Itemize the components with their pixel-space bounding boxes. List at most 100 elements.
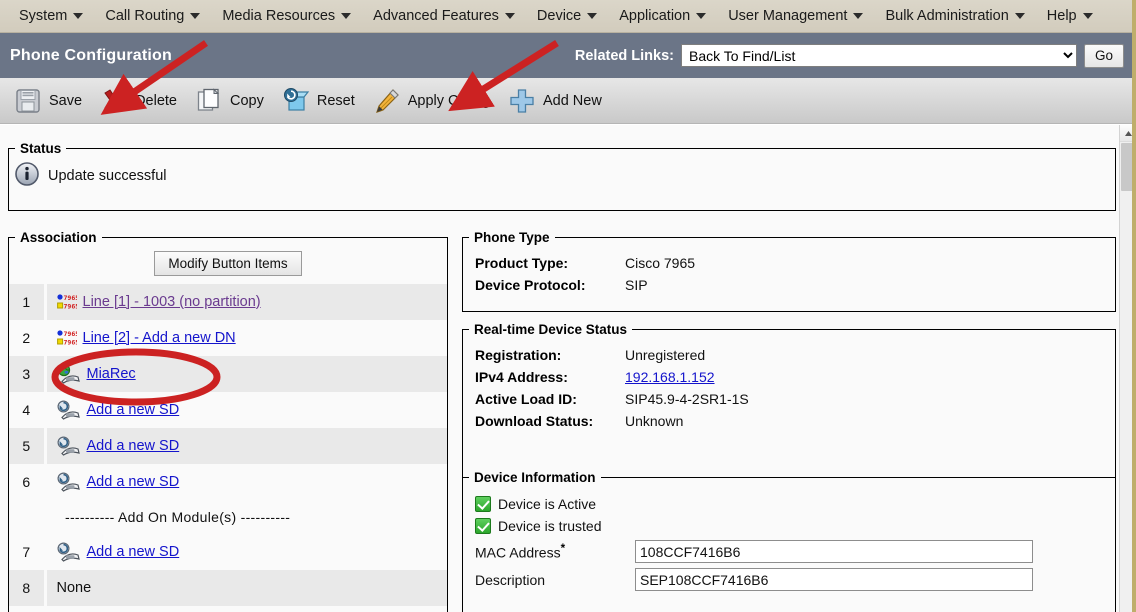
menu-item-application[interactable]: Application — [608, 0, 717, 33]
red-x-icon — [104, 88, 124, 112]
field-row: Product Type: Cisco 7965 — [475, 255, 1103, 271]
menu-item-label: Help — [1046, 8, 1077, 24]
line-icon: 7965 7965 — [56, 294, 77, 311]
field-label: Active Load ID: — [475, 391, 577, 407]
checkbox-label: Device is Active — [498, 496, 597, 512]
status-message: Update successful — [48, 167, 167, 184]
menu-item-help[interactable]: Help — [1036, 0, 1104, 33]
menu-item-label: Device — [536, 8, 582, 24]
field-row: Device Protocol: SIP — [475, 277, 1103, 293]
menu-item-call-routing[interactable]: Call Routing — [94, 0, 211, 33]
status-panel: Status Update successful — [8, 141, 1116, 211]
line-icon: 7965 7965 — [56, 330, 77, 347]
speed-dial-icon — [56, 542, 80, 562]
association-link[interactable]: Add a new SD — [87, 402, 180, 418]
table-row: 4 Add a new SD — [9, 392, 447, 428]
save-button[interactable]: Save — [12, 85, 94, 117]
menu-item-media-resources[interactable]: Media Resources — [211, 0, 362, 33]
field-value: SIP45.9-4-2SR1-1S — [625, 391, 749, 407]
copy-button[interactable]: Copy — [193, 85, 276, 117]
chevron-down-icon — [341, 13, 352, 19]
chevron-down-icon — [853, 13, 864, 19]
association-link[interactable]: Line [2] - Add a new DN — [83, 330, 236, 346]
input-row: MAC Address* — [475, 540, 1103, 563]
menu-item-label: Advanced Features — [373, 8, 499, 24]
reset-refresh-icon — [283, 87, 310, 111]
go-button[interactable]: Go — [1084, 43, 1124, 68]
info-icon — [15, 162, 39, 189]
association-row-cell: MiaRec — [45, 356, 447, 392]
pencil-icon — [375, 88, 399, 113]
description-input[interactable] — [635, 568, 1033, 591]
table-row: 3 MiaRec — [9, 356, 447, 392]
chevron-down-icon — [1014, 13, 1025, 19]
chevron-down-icon — [696, 13, 707, 19]
menu-item-user-management[interactable]: User Management — [717, 0, 874, 33]
phone-type-legend: Phone Type — [474, 230, 550, 245]
speed-dial-icon — [56, 400, 80, 420]
toolbar-button-label: Delete — [135, 92, 177, 109]
menu-item-label: User Management — [728, 8, 848, 24]
checkmark-icon[interactable] — [475, 496, 491, 512]
association-row-cell: Add a new SD — [45, 464, 447, 500]
association-row-cell: None — [45, 570, 447, 606]
checkbox-row[interactable]: Device is Active — [475, 496, 1103, 512]
field-label: Registration: — [475, 347, 562, 363]
association-row-cell: None — [45, 606, 447, 612]
menu-item-label: Call Routing — [105, 8, 185, 24]
table-row: 7 Add a new SD — [9, 534, 447, 570]
menu-item-advanced-features[interactable]: Advanced Features — [362, 0, 526, 33]
field-value: Unknown — [625, 413, 684, 429]
menu-item-label: Media Resources — [222, 8, 336, 24]
reset-button[interactable]: Reset — [280, 85, 367, 117]
field-label: Download Status: — [475, 413, 594, 429]
delete-button[interactable]: Delete — [98, 85, 189, 117]
field-label: Product Type: — [475, 255, 569, 271]
association-row-number: 5 — [9, 428, 47, 464]
device-information-legend: Device Information — [474, 470, 596, 485]
checkbox-row[interactable]: Device is trusted — [475, 518, 1103, 534]
association-link[interactable]: Add a new SD — [87, 474, 180, 490]
checkbox-label: Device is trusted — [498, 518, 602, 534]
field-label: IPv4 Address: — [475, 369, 568, 385]
association-row-number: 8 — [9, 570, 47, 606]
table-row: 5 Add a new SD — [9, 428, 447, 464]
action-toolbar: Save Delete Copy Reset Apply Config Add Ne… — [0, 78, 1136, 124]
menu-item-label: System — [19, 8, 68, 24]
speed-dial-globe-icon — [57, 364, 80, 384]
add-new-button[interactable]: Add New — [506, 85, 614, 117]
page-title: Phone Configuration — [10, 46, 173, 64]
association-row-number: 9 — [9, 606, 47, 612]
menu-item-bulk-administration[interactable]: Bulk Administration — [874, 0, 1035, 33]
field-value-link[interactable]: 192.168.1.152 — [625, 369, 715, 385]
association-link[interactable]: Add a new SD — [87, 438, 180, 454]
table-row: 8 None — [9, 570, 447, 606]
related-links-select[interactable]: Back To Find/List — [681, 44, 1077, 67]
checkmark-icon[interactable] — [475, 518, 491, 534]
field-row: Registration: Unregistered — [475, 347, 1103, 363]
device-status-legend: Real-time Device Status — [474, 322, 628, 337]
toolbar-button-label: Reset — [316, 92, 355, 109]
menu-item-system[interactable]: System — [8, 0, 94, 33]
phone-type-panel: Phone Type Product Type: Cisco 7965 Device… — [462, 230, 1116, 312]
toolbar-button-label: Save — [49, 92, 83, 109]
svg-text:7965: 7965 — [63, 339, 77, 347]
field-value: Unregistered — [625, 347, 706, 363]
apply-config-button[interactable]: Apply Config — [371, 85, 502, 117]
field-value: Cisco 7965 — [625, 255, 696, 271]
field-row: IPv4 Address: 192.168.1.152 — [475, 369, 1103, 385]
menu-item-device[interactable]: Device — [526, 0, 608, 33]
association-link[interactable]: MiaRec — [87, 366, 136, 382]
association-row-cell: 7965 7965 Line [1] - 1003 (no partition) — [45, 284, 447, 320]
association-legend: Association — [20, 230, 97, 245]
association-row-number: 2 — [9, 320, 47, 356]
toolbar-button-label: Apply Config — [407, 92, 490, 109]
blue-plus-icon — [510, 88, 534, 113]
content-area: Status Update successful Association Mod… — [0, 125, 1136, 612]
association-link[interactable]: Line [1] - 1003 (no partition) — [83, 294, 261, 310]
association-link[interactable]: Add a new SD — [87, 544, 180, 560]
mac-address-input[interactable] — [635, 540, 1033, 563]
speed-dial-icon — [56, 472, 80, 492]
modify-button-items-button[interactable]: Modify Button Items — [154, 251, 302, 276]
association-row-number: 4 — [9, 392, 47, 428]
